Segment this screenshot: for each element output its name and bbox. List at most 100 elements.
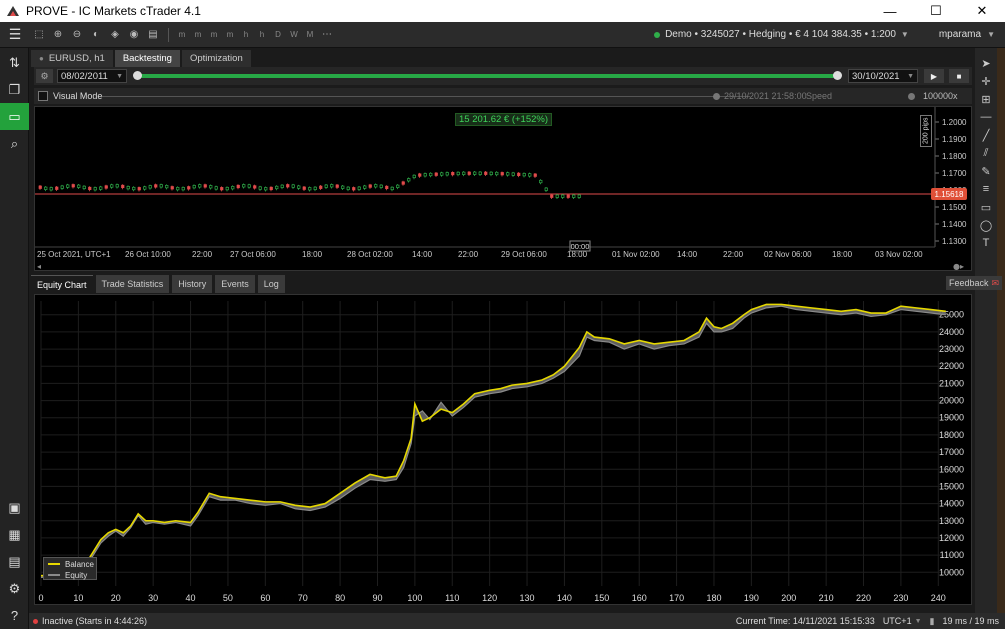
candle-body [489, 171, 493, 176]
tab-events[interactable]: Events [215, 275, 255, 293]
candle-body [209, 185, 213, 189]
visual-mode-checkbox[interactable] [38, 91, 48, 101]
new-chart-icon[interactable]: ⬚ [30, 27, 48, 43]
color-icon[interactable]: ◐ [87, 27, 105, 43]
y-tick-label: 12000 [939, 533, 964, 543]
timeframe-m30[interactable]: m [222, 30, 238, 39]
chevron-down-icon[interactable]: ▼ [901, 30, 909, 39]
horizontal-line-icon[interactable]: — [975, 108, 997, 126]
candle-body [115, 184, 119, 188]
fibonacci-icon[interactable]: ≡ [975, 180, 997, 198]
tab-history[interactable]: History [172, 275, 213, 293]
candle-body [110, 184, 114, 188]
rectangle-icon[interactable]: ▭ [975, 198, 997, 216]
candle-body [352, 187, 356, 191]
range-end-handle[interactable] [833, 71, 842, 80]
tab-backtesting[interactable]: Backtesting [114, 50, 180, 67]
timezone-selector[interactable]: UTC+1 [883, 616, 912, 626]
account-info[interactable]: Demo • 3245027 • Hedging • € 4 104 384.3… [665, 29, 896, 40]
time-tick-label: 18:00 [302, 250, 323, 259]
equity-chart-canvas: 0 10 20 30 40 50 60 70 80 90 100 110 120 130 140 150 160… [38, 301, 964, 603]
news-icon[interactable]: ▤ [0, 548, 29, 575]
candle-body [55, 186, 59, 190]
x-tick-label: 50 [223, 593, 233, 603]
tab-trade-statistics[interactable]: Trade Statistics [95, 275, 170, 293]
legend-swatch [48, 563, 60, 565]
x-tick-label: 180 [706, 593, 721, 603]
backtest-controls: ⚙ 08/02/2011 ▼ 30/10/2021 ▼ ▶ ■ [34, 67, 972, 85]
gear-icon[interactable]: ⚙ [36, 69, 53, 83]
backtest-range-slider[interactable] [133, 67, 842, 85]
zoom-icon[interactable]: ⊞ [975, 90, 997, 108]
crosshair-icon[interactable]: ✛ [975, 72, 997, 90]
candle-body [203, 184, 207, 188]
analyze-icon[interactable]: ⌕ [0, 130, 29, 157]
chevron-down-icon[interactable]: ▼ [915, 618, 922, 625]
text-icon[interactable]: T [975, 234, 997, 252]
speed-handle[interactable] [908, 93, 915, 100]
briefcase-icon[interactable]: ▣ [0, 494, 29, 521]
signal-icon: ▮ [929, 615, 935, 626]
minimize-button[interactable]: — [867, 0, 913, 22]
more-icon[interactable]: ⋯ [318, 27, 336, 43]
trend-line-icon[interactable]: ╱ [975, 126, 997, 144]
stop-button[interactable]: ■ [949, 69, 969, 83]
trade-icon[interactable]: ⇅ [0, 49, 29, 76]
start-date-picker[interactable]: 08/02/2011 ▼ [57, 69, 127, 83]
tab-optimization[interactable]: Optimization [181, 50, 251, 67]
close-button[interactable]: ✕ [959, 0, 1005, 22]
candle-body [440, 172, 444, 176]
candle-body [49, 187, 53, 191]
range-start-handle[interactable] [133, 71, 142, 80]
cursor-icon[interactable]: ➤ [975, 54, 997, 72]
x-tick-label: 90 [372, 593, 382, 603]
timeframe-m1[interactable]: m [174, 30, 190, 39]
layers-icon[interactable]: ◈ [106, 27, 124, 43]
zoom-in-icon[interactable]: ⊕ [49, 27, 67, 43]
candle-body [269, 186, 273, 191]
timeframe-d1[interactable]: D [270, 30, 286, 39]
template-icon[interactable]: ▤ [144, 27, 162, 43]
timeframe-m5[interactable]: m [190, 30, 206, 39]
candle-body [456, 171, 460, 176]
visual-progress-handle[interactable] [713, 93, 720, 100]
candle-body [308, 187, 312, 191]
timeframe-w1[interactable]: W [286, 30, 302, 39]
candle-body [363, 185, 367, 189]
candle-body [401, 181, 405, 185]
price-chart[interactable]: 1.20001.19001.18001.17001.16001.15001.14… [34, 106, 972, 271]
chevron-down-icon[interactable]: ▼ [987, 30, 995, 39]
end-date-picker[interactable]: 30/10/2021 ▼ [848, 69, 918, 83]
tab-equity-chart[interactable]: Equity Chart [31, 275, 93, 293]
automate-icon[interactable]: ▭ [0, 103, 29, 130]
play-button[interactable]: ▶ [924, 69, 944, 83]
feedback-button[interactable]: Feedback ✉ [946, 276, 1003, 290]
candle-body [511, 172, 515, 176]
username[interactable]: mparama [939, 29, 981, 40]
candle-body [286, 184, 290, 188]
price-tick-label: 1.1700 [942, 169, 967, 178]
timeframe-mn[interactable]: M [302, 30, 318, 39]
help-icon[interactable]: ? [0, 602, 29, 629]
menu-icon[interactable]: ☰ [0, 26, 30, 43]
timeframe-m15[interactable]: m [206, 30, 222, 39]
tab-log[interactable]: Log [257, 275, 285, 293]
shape-icon[interactable]: ◯ [975, 216, 997, 234]
x-tick-label: 70 [298, 593, 308, 603]
maximize-button[interactable]: ☐ [913, 0, 959, 22]
pen-icon[interactable]: ✎ [975, 162, 997, 180]
start-date-value: 08/02/2011 [61, 70, 108, 82]
visual-mode-row: Visual Mode 29/10/2021 21:58:00 Speed 10… [34, 88, 972, 104]
tab-eurusd-h1[interactable]: ● EURUSD, h1 [31, 50, 113, 67]
calculator-icon[interactable]: ▦ [0, 521, 29, 548]
settings-icon[interactable]: ⚙ [0, 575, 29, 602]
timeframe-h4[interactable]: h [254, 30, 270, 39]
equity-chart[interactable]: 0 10 20 30 40 50 60 70 80 90 100 110 120 130 140 150 160… [34, 294, 972, 605]
candle-body [187, 186, 191, 190]
eye-icon[interactable]: ◉ [125, 27, 143, 43]
zoom-out-icon[interactable]: ⊖ [68, 27, 86, 43]
channel-icon[interactable]: ⫽ [975, 144, 997, 162]
timeframe-h1[interactable]: h [238, 30, 254, 39]
x-tick-label: 0 [38, 593, 43, 603]
copy-icon[interactable]: ❐ [0, 76, 29, 103]
